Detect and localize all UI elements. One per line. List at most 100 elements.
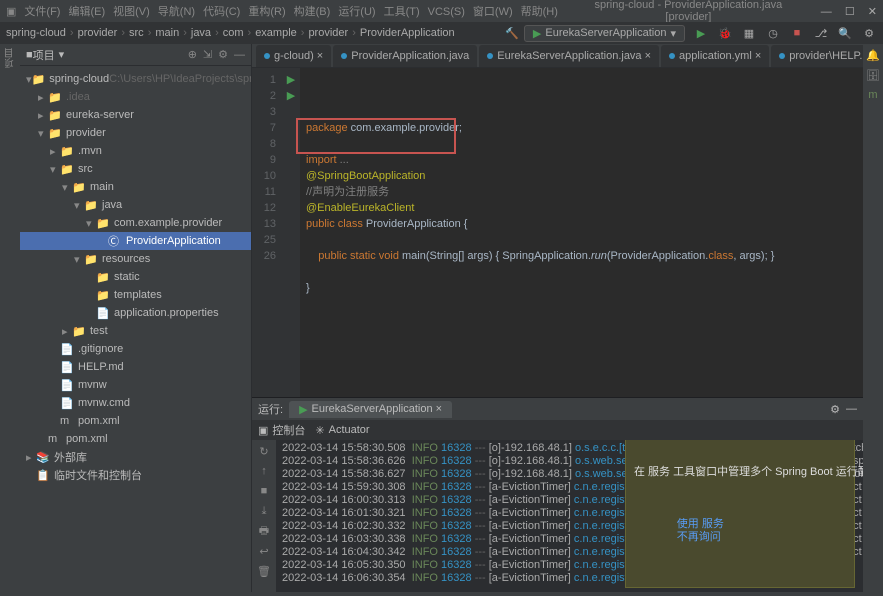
sidebar-header: ■ 项目 ▾ ⊕ ⇲ ⚙ — [20,44,251,66]
tree-item[interactable]: 📁static [20,268,251,286]
menu-item[interactable]: 编辑(E) [68,6,105,18]
build-button[interactable]: 🔨 [504,25,520,41]
editor-tab[interactable]: EurekaServerApplication.java × [479,45,659,67]
clear-icon[interactable]: 🗑 [257,564,271,578]
line-numbers: 123789101112132526 [252,68,282,397]
tree-item[interactable]: ⒸProviderApplication [20,232,251,250]
console-output[interactable]: 2022-03-14 15:58:30.508 INFO 16328 --- [… [276,440,863,592]
breadcrumb-item[interactable]: example [255,27,297,39]
tree-item[interactable]: mpom.xml [20,430,251,448]
tree-item[interactable]: 📋临时文件和控制台 [20,466,251,484]
tree-item[interactable]: ▸📚外部库 [20,448,251,466]
chevron-down-icon[interactable]: ▾ [59,48,65,61]
actuator-tab[interactable]: ✳ Actuator [315,424,369,437]
menu-item[interactable]: 代码(C) [203,6,240,18]
run-tab-label: EurekaServerApplication × [312,403,443,415]
database-icon[interactable]: 🗄 [866,68,880,82]
menu-item[interactable]: 文件(F) [24,6,60,18]
run-tab-eureka[interactable]: ▶ EurekaServerApplication × [289,401,452,418]
run-config-select[interactable]: ▶ EurekaServerApplication ▾ [524,25,685,42]
menu-item[interactable]: 重构(R) [248,6,285,18]
breadcrumb-item[interactable]: provider [78,27,118,39]
run-icon: ▶ [299,403,307,416]
maven-icon[interactable]: m [866,88,880,102]
print-icon[interactable]: 🖶 [257,524,271,538]
settings-icon[interactable]: ⚙ [218,48,228,61]
tree-item[interactable]: ▾📁resources [20,250,251,268]
breadcrumb-item[interactable]: spring-cloud [6,27,66,39]
run-tool-window: 运行: ▶ EurekaServerApplication × ⚙ — ▣ 控制… [252,397,863,592]
settings-icon[interactable]: ⚙ [861,25,877,41]
editor-tab[interactable]: g-cloud) × [256,45,331,67]
tree-item[interactable]: ▸📁.mvn [20,142,251,160]
statusbar [0,592,883,596]
menu-item[interactable]: 窗口(W) [473,6,513,18]
main-menu[interactable]: 文件(F) 编辑(E) 视图(V) 导航(N) 代码(C) 重构(R) 构建(B) 运行(U)… [24,3,566,19]
tree-item[interactable]: 📄application.properties [20,304,251,322]
maximize-button[interactable]: ☐ [845,6,855,18]
breadcrumb-item[interactable]: provider [308,27,348,39]
tree-item[interactable]: ▾📁java [20,196,251,214]
stop-button[interactable]: ■ [789,25,805,41]
tree-item[interactable]: 📄HELP.md [20,358,251,376]
notif-use-services[interactable]: 使用 服务 [677,518,724,530]
tree-item[interactable]: 📁templates [20,286,251,304]
menu-item[interactable]: VCS(S) [428,6,465,18]
rerun-button[interactable]: ↻ [257,444,271,458]
scroll-to-end-icon[interactable]: ⤓ [257,504,271,518]
tree-item[interactable]: 📄.gitignore [20,340,251,358]
up-button[interactable]: ↑ [257,464,271,478]
collapse-all-icon[interactable]: ⇲ [203,48,212,61]
tree-item[interactable]: ▸📁test [20,322,251,340]
menu-item[interactable]: 视图(V) [113,6,150,18]
window-title: spring-cloud - ProviderApplication.java … [574,0,803,23]
project-tool-label[interactable]: 项目 [3,48,18,68]
menu-item[interactable]: 工具(T) [384,6,420,18]
run-button[interactable]: ▶ [693,25,709,41]
hide-icon[interactable]: — [846,403,857,415]
breadcrumb-item[interactable]: main [155,27,179,39]
search-icon[interactable]: 🔍 [837,25,853,41]
breadcrumbs[interactable]: spring-cloud›provider›src›main›java›com›… [6,27,459,39]
tree-item[interactable]: ▾📁com.example.provider [20,214,251,232]
stop-button[interactable]: ■ [257,484,271,498]
profile-button[interactable]: ◷ [765,25,781,41]
minimize-button[interactable]: — [821,6,832,18]
left-tool-stripe: 项目 [0,44,20,592]
close-button[interactable]: ✕ [868,6,877,18]
debug-button[interactable]: 🐞 [717,25,733,41]
notif-dont-ask[interactable]: 不再询问 [677,531,721,543]
editor-tab[interactable]: application.yml × [661,45,769,67]
breadcrumb-item[interactable]: com [223,27,244,39]
tree-item[interactable]: mpom.xml [20,412,251,430]
notifications-icon[interactable]: 🔔 [866,48,880,62]
editor-tab[interactable]: ProviderApplication.java [333,45,477,67]
tree-item[interactable]: ▾📁spring-cloud C:\Users\HP\IdeaProjects\… [20,70,251,88]
tree-item[interactable]: 📄mvnw.cmd [20,394,251,412]
menu-item[interactable]: 导航(N) [158,6,195,18]
console-tab[interactable]: ▣ 控制台 [258,422,305,438]
coverage-button[interactable]: ▦ [741,25,757,41]
tree-item[interactable]: ▾📁provider [20,124,251,142]
tree-item[interactable]: ▸📁eureka-server [20,106,251,124]
breadcrumb-item[interactable]: src [129,27,144,39]
tree-item[interactable]: ▸📁.idea [20,88,251,106]
editor-tabs[interactable]: g-cloud) ×ProviderApplication.javaEureka… [252,44,863,68]
project-tree[interactable]: ▾📁spring-cloud C:\Users\HP\IdeaProjects\… [20,66,251,592]
soft-wrap-icon[interactable]: ↩ [257,544,271,558]
breadcrumb-item[interactable]: java [191,27,211,39]
breadcrumb-item[interactable]: ProviderApplication [360,27,455,39]
editor-tab[interactable]: provider\HELP.md × [771,45,863,67]
tree-item[interactable]: ▾📁main [20,178,251,196]
tree-item[interactable]: 📄mvnw [20,376,251,394]
menu-item[interactable]: 帮助(H) [521,6,558,18]
settings-icon[interactable]: ⚙ [830,403,840,416]
menu-item[interactable]: 构建(B) [294,6,331,18]
hide-icon[interactable]: — [234,49,245,61]
select-opened-file-icon[interactable]: ⊕ [188,48,197,61]
code-content[interactable]: package com.example.provider; import ...… [300,68,863,397]
vcs-button[interactable]: ⎇ [813,25,829,41]
menu-item[interactable]: 运行(U) [338,6,375,18]
code-editor[interactable]: 123789101112132526 ▶ ▶ package com.examp… [252,68,863,397]
tree-item[interactable]: ▾📁src [20,160,251,178]
